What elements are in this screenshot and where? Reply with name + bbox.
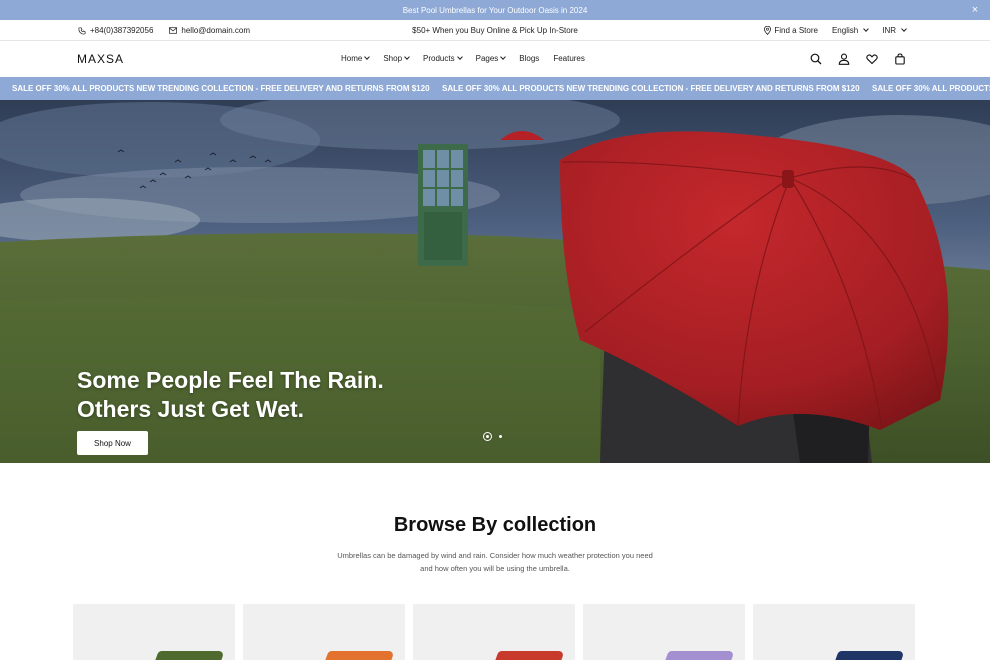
shop-now-button[interactable]: Shop Now [77,431,148,455]
marquee-text: SALE OFF 30% ALL PRODUCTS NEW TRENDING C… [872,84,990,93]
umbrella-image [661,651,735,660]
collection-card[interactable] [413,604,575,660]
main-nav: Home Shop Products Pages Blogs Features [341,54,585,63]
chevron-down-icon [901,26,907,32]
umbrella-image [491,651,565,660]
hero-title-line: Some People Feel The Rain. [77,367,384,393]
marquee-text: SALE OFF 30% ALL PRODUCTS NEW TRENDING C… [442,84,860,93]
slide-dot-active[interactable] [483,432,492,441]
umbrella-image [321,651,395,660]
marquee-text: SALE OFF 30% ALL PRODUCTS NEW TRENDING C… [12,84,430,93]
nav-item-blogs[interactable]: Blogs [519,54,539,63]
collection-card[interactable] [583,604,745,660]
announcement-text: Best Pool Umbrellas for Your Outdoor Oas… [402,5,588,15]
header-icons [810,52,906,65]
top-bar: +84(0)387392056 hello@domain.com $50+ Wh… [0,20,990,41]
search-icon[interactable] [810,52,822,65]
currency-selector[interactable]: INR [882,26,907,35]
find-store-label: Find a Store [774,26,818,35]
nav-label: Pages [475,54,499,63]
chevron-down-icon [500,54,507,60]
topbar-right: Find a Store English INR [764,26,907,35]
logo[interactable]: MAXSA [77,52,124,66]
section-description: Umbrellas can be damaged by wind and rai… [337,551,653,573]
umbrella-image [151,651,225,660]
nav-item-pages[interactable]: Pages [475,54,507,63]
chevron-down-icon [456,54,463,60]
collection-card[interactable] [753,604,915,660]
currency-value: INR [882,26,896,35]
hero-slider: Some People Feel The Rain. Others Just G… [0,100,990,463]
account-icon[interactable] [838,52,850,65]
main-header: MAXSA Home Shop Products Pages Blogs Fea… [0,41,990,77]
umbrella-image [831,651,905,660]
collection-card[interactable] [73,604,235,660]
close-icon[interactable]: × [968,3,982,17]
hero-title: Some People Feel The Rain. Others Just G… [77,366,384,424]
nav-label: Home [341,54,363,63]
nav-label: Shop [383,54,403,63]
nav-label: Products [423,54,455,63]
location-pin-icon [764,26,772,35]
chevron-down-icon [863,26,870,32]
nav-label: Features [553,54,585,63]
wishlist-icon[interactable] [866,52,878,65]
slide-dot[interactable] [499,435,502,438]
chevron-down-icon [404,54,410,60]
section-title: Browse By collection [393,514,597,536]
nav-item-home[interactable]: Home [341,54,371,63]
collection-card[interactable] [243,604,405,660]
chevron-down-icon [364,54,371,60]
language-selector[interactable]: English [831,26,870,35]
collection-cards [73,604,915,660]
slider-dots [483,432,502,441]
nav-item-shop[interactable]: Shop [383,54,410,63]
nav-item-features[interactable]: Features [553,54,585,63]
nav-label: Blogs [519,54,540,63]
announcement-bar: Best Pool Umbrellas for Your Outdoor Oas… [0,0,990,20]
nav-item-products[interactable]: Products [423,54,463,63]
language-value: English [831,26,859,35]
sale-marquee: SALE OFF 30% ALL PRODUCTS NEW TRENDING C… [0,77,990,100]
hero-title-line: Others Just Get Wet. [77,396,305,422]
find-store-link[interactable]: Find a Store [764,26,818,35]
cart-icon[interactable] [894,52,906,65]
